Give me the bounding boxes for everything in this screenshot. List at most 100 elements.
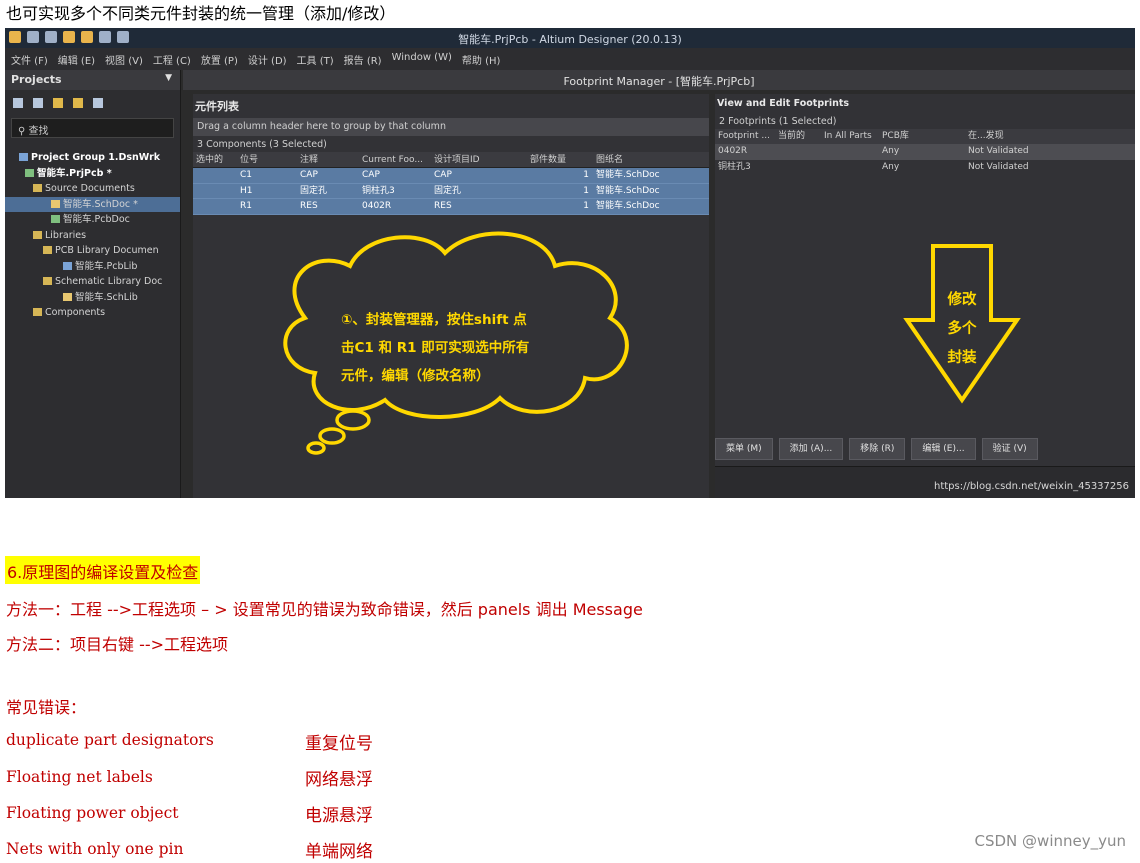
column-header-comment[interactable]: 注释 bbox=[297, 152, 359, 167]
table-cell: CAP bbox=[300, 170, 318, 180]
errors-heading: 常见错误： bbox=[6, 698, 87, 717]
table-cell: Not Validated bbox=[968, 146, 1029, 156]
window-title: 智能车.PrjPcb - Altium Designer (20.0.13) bbox=[458, 33, 682, 46]
cloud-line-2: 击C1 和 R1 即可实现选中所有 bbox=[341, 340, 530, 356]
method-two-text: 方法二：项目右键 -->工程选项 bbox=[6, 635, 229, 654]
table-cell bbox=[775, 144, 821, 160]
pcb-doc-icon bbox=[51, 215, 60, 223]
footprint-grid-header: Footprint ... 当前的 In All Parts PCB库 在...… bbox=[715, 129, 1135, 144]
table-cell: 智能车.SchDoc bbox=[596, 185, 660, 196]
tree-item-source-documents[interactable]: Source Documents bbox=[5, 181, 180, 197]
tree-item-schdoc[interactable]: 智能车.SchDoc * bbox=[5, 196, 180, 212]
menu-project[interactable]: 工程 (C) bbox=[153, 52, 191, 67]
csdn-watermark: CSDN @winney_yun bbox=[974, 832, 1126, 850]
column-header-selected[interactable]: 选中的 bbox=[193, 152, 237, 167]
component-grid-header: 选中的 位号 注释 Current Foo... 设计项目ID 部件数量 图纸名 bbox=[193, 152, 709, 168]
tree-item-components[interactable]: Components bbox=[5, 305, 180, 321]
column-header-pcb-library[interactable]: PCB库 bbox=[879, 129, 965, 144]
column-header-footprint[interactable]: Footprint ... bbox=[715, 129, 775, 144]
table-row[interactable]: H1 固定孔 铜柱孔3 固定孔 1 智能车.SchDoc bbox=[193, 183, 709, 199]
error-name-zh: 重复位号 bbox=[305, 734, 373, 754]
menu-tools[interactable]: 工具 (T) bbox=[297, 52, 334, 67]
table-cell: 1 bbox=[583, 201, 589, 211]
folder-icon bbox=[33, 308, 42, 316]
column-header-current[interactable]: 当前的 bbox=[775, 129, 821, 144]
folder-icon bbox=[43, 246, 52, 254]
footprint-manager-title: Footprint Manager - [智能车.PrjPcb] bbox=[183, 70, 1135, 90]
menu-file[interactable]: 文件 (F) bbox=[11, 52, 48, 67]
column-header-in-all-parts[interactable]: In All Parts bbox=[821, 129, 879, 144]
column-header-part-count[interactable]: 部件数量 bbox=[527, 152, 593, 167]
compile-icon[interactable] bbox=[33, 98, 43, 108]
schematic-doc-icon bbox=[51, 199, 60, 208]
component-count: 3 Components (3 Selected) bbox=[197, 139, 327, 150]
projects-panel-header[interactable]: Projects ▼ bbox=[5, 70, 180, 90]
table-cell: 智能车.SchDoc bbox=[596, 170, 660, 180]
menu-bar: 文件 (F) 编辑 (E) 视图 (V) 工程 (C) 放置 (P) 设计 (D… bbox=[5, 48, 1135, 70]
blog-url-watermark: https://blog.csdn.net/weixin_45337256 bbox=[933, 481, 1129, 492]
table-cell: 固定孔 bbox=[300, 185, 328, 196]
table-row[interactable]: C1 CAP CAP CAP 1 智能车.SchDoc bbox=[193, 168, 709, 184]
remove-button[interactable]: 移除 (R) bbox=[849, 438, 906, 460]
table-cell bbox=[193, 168, 237, 183]
arrow-annotation-text: 修改 多个 封装 bbox=[942, 286, 982, 373]
footprint-count: 2 Footprints (1 Selected) bbox=[719, 116, 837, 127]
tree-item-project-group[interactable]: Project Group 1.DsnWrk bbox=[5, 150, 180, 166]
tree-item-libraries[interactable]: Libraries bbox=[5, 228, 180, 244]
tree-item-pcb-library-docs[interactable]: PCB Library Documen bbox=[5, 243, 180, 259]
menu-view[interactable]: 视图 (V) bbox=[105, 52, 143, 67]
column-header-found-in[interactable]: 在...发现 bbox=[965, 129, 1085, 144]
table-cell: RES bbox=[300, 201, 318, 211]
column-header-designator[interactable]: 位号 bbox=[237, 152, 297, 167]
cloud-line-3: 元件，编辑（修改名称） bbox=[341, 368, 490, 384]
arrow-line-2: 多个 bbox=[947, 321, 977, 337]
column-header-design-item-id[interactable]: 设计项目ID bbox=[431, 152, 527, 167]
footprint-row[interactable]: 铜柱孔3 Any Not Validated bbox=[715, 160, 1135, 176]
section-heading: 6.原理图的编译设置及检查 bbox=[5, 556, 201, 584]
table-cell: 0402R bbox=[718, 146, 748, 156]
table-cell: Any bbox=[882, 146, 900, 156]
tree-item-project[interactable]: 智能车.PrjPcb * bbox=[5, 166, 180, 182]
menu-window[interactable]: Window (W) bbox=[392, 52, 452, 66]
save-project-icon[interactable] bbox=[13, 98, 23, 108]
search-input[interactable]: ⚲ 查找 bbox=[11, 118, 174, 138]
footprints-title: View and Edit Footprints bbox=[717, 98, 850, 109]
error-name-zh: 电源悬浮 bbox=[305, 806, 373, 826]
tree-item-schlib[interactable]: 智能车.SchLib bbox=[5, 290, 180, 306]
chevron-down-icon[interactable]: ▼ bbox=[165, 73, 172, 83]
open-document-icon[interactable] bbox=[53, 98, 63, 108]
projects-panel: Projects ▼ ⚲ 查找 Project Group 1.DsnWrk 智… bbox=[5, 70, 181, 498]
menu-button[interactable]: 菜单 (M) bbox=[715, 438, 773, 460]
project-group-icon bbox=[19, 153, 28, 161]
project-options-icon[interactable] bbox=[73, 98, 83, 108]
table-cell: Any bbox=[882, 161, 900, 172]
table-cell: 固定孔 bbox=[434, 185, 462, 196]
search-placeholder: 查找 bbox=[28, 126, 49, 137]
menu-help[interactable]: 帮助 (H) bbox=[462, 52, 501, 67]
footprint-row[interactable]: 0402R Any Not Validated bbox=[715, 144, 1135, 160]
add-button[interactable]: 添加 (A)... bbox=[778, 438, 844, 460]
menu-edit[interactable]: 编辑 (E) bbox=[58, 52, 95, 67]
gear-icon[interactable] bbox=[93, 98, 103, 108]
intro-text: 也可实现多个不同类元件封装的统一管理（添加/修改） bbox=[6, 4, 396, 23]
menu-design[interactable]: 设计 (D) bbox=[248, 52, 287, 67]
edit-button[interactable]: 编辑 (E)... bbox=[911, 438, 976, 460]
footprint-preview-area: https://blog.csdn.net/weixin_45337256 bbox=[715, 466, 1135, 498]
table-row[interactable]: R1 RES 0402R RES 1 智能车.SchDoc bbox=[193, 199, 709, 215]
tree-item-pcblib[interactable]: 智能车.PcbLib bbox=[5, 259, 180, 275]
group-by-hint[interactable]: Drag a column header here to group by th… bbox=[193, 118, 709, 136]
arrow-line-3: 封装 bbox=[947, 350, 977, 366]
tree-item-sch-library-docs[interactable]: Schematic Library Doc bbox=[5, 274, 180, 290]
menu-place[interactable]: 放置 (P) bbox=[201, 52, 238, 67]
column-header-sheet-name[interactable]: 图纸名 bbox=[593, 152, 709, 167]
tree-item-pcbdoc[interactable]: 智能车.PcbDoc bbox=[5, 212, 180, 228]
table-cell: 智能车.SchDoc bbox=[596, 201, 660, 211]
table-cell: 铜柱孔3 bbox=[718, 161, 751, 172]
error-name-zh: 单端网络 bbox=[305, 842, 373, 862]
table-cell: H1 bbox=[240, 185, 253, 196]
menu-reports[interactable]: 报告 (R) bbox=[344, 52, 382, 67]
column-header-current-footprint[interactable]: Current Foo... bbox=[359, 152, 431, 167]
method-one-text: 方法一：工程 -->工程选项 – > 设置常见的错误为致命错误，然后 panel… bbox=[6, 600, 643, 619]
error-name-en: duplicate part designators bbox=[6, 731, 214, 749]
validate-button[interactable]: 验证 (V) bbox=[981, 438, 1038, 460]
